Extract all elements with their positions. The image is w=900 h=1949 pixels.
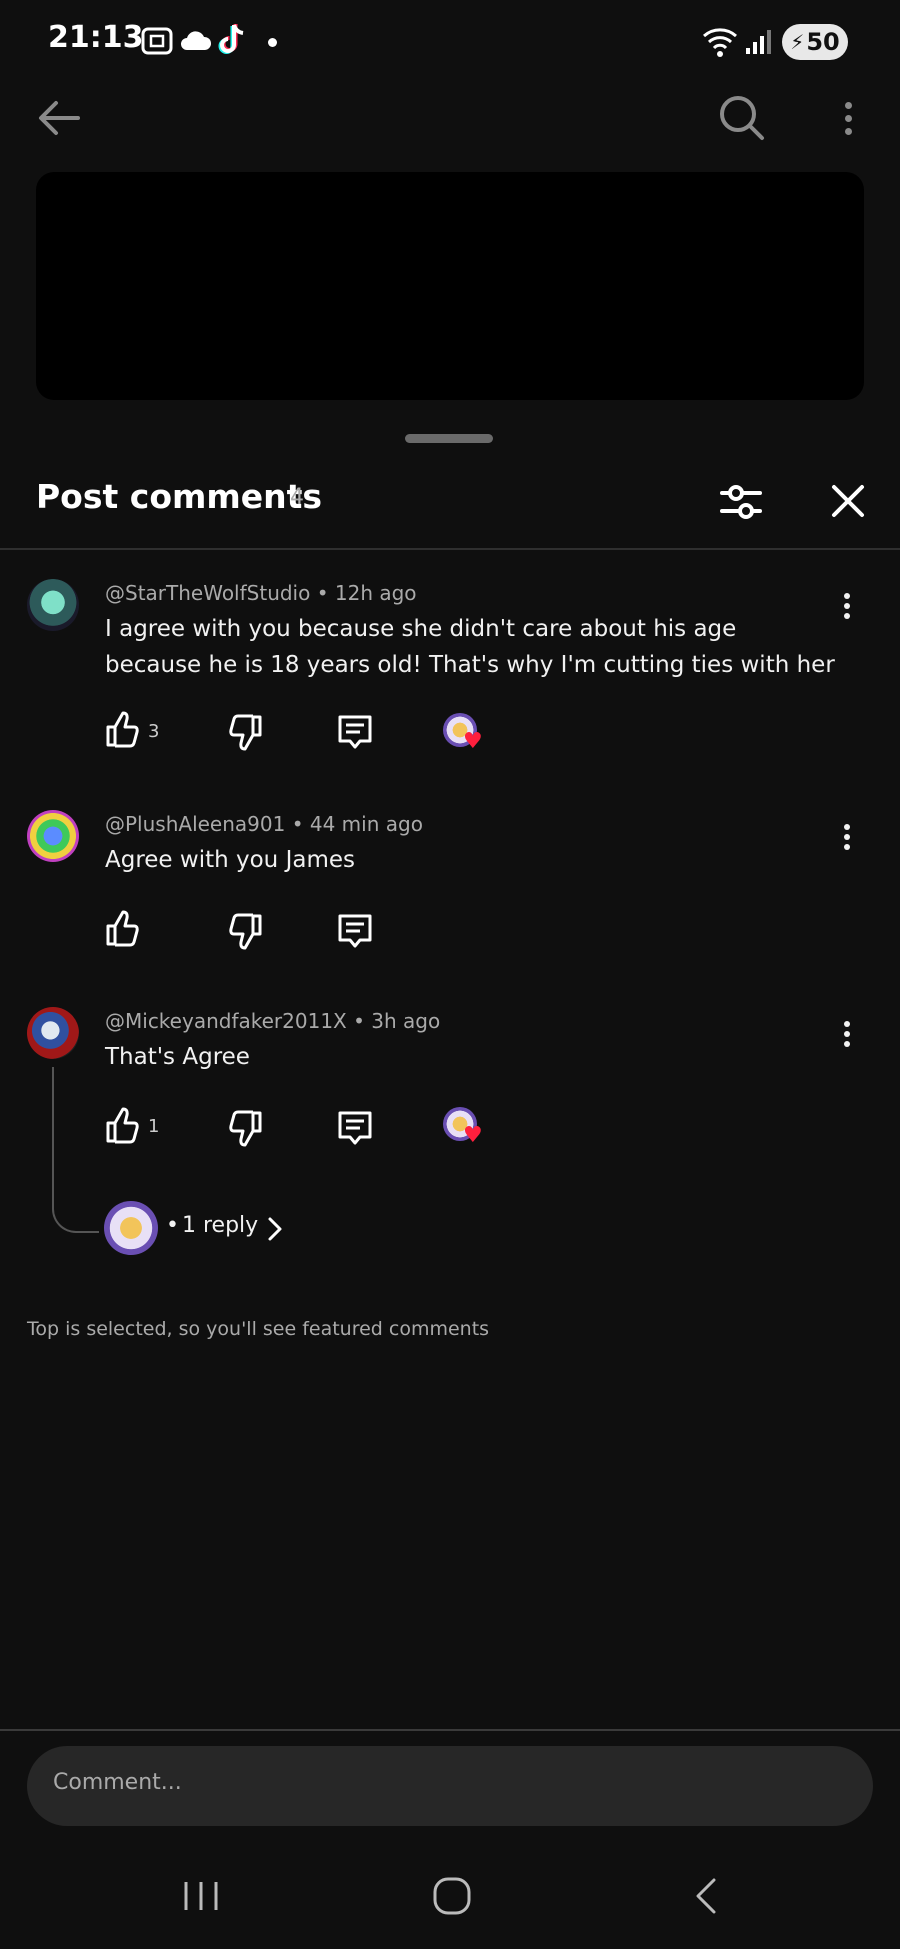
close-icon[interactable] bbox=[828, 481, 868, 521]
header-divider bbox=[0, 548, 900, 550]
drag-handle[interactable] bbox=[405, 434, 493, 443]
comment-author[interactable]: @PlushAleena901 bbox=[105, 812, 285, 836]
comment-input[interactable]: Comment... bbox=[27, 1746, 873, 1826]
comment-more-icon[interactable] bbox=[835, 589, 859, 629]
comment-item: @PlushAleena901 • 44 min ago Agree with … bbox=[0, 806, 900, 976]
comment-input-placeholder: Comment... bbox=[53, 1770, 182, 1795]
comment-meta: @Mickeyandfaker2011X • 3h ago bbox=[105, 1009, 440, 1033]
comment-author[interactable]: @StarTheWolfStudio bbox=[105, 581, 310, 605]
system-back-icon[interactable] bbox=[690, 1876, 720, 1916]
dislike-icon[interactable] bbox=[228, 1109, 264, 1149]
comment-age: 12h ago bbox=[334, 581, 417, 605]
top-more-icon[interactable] bbox=[836, 100, 860, 140]
signal-icon bbox=[746, 30, 771, 54]
meta-separator: • bbox=[316, 581, 329, 605]
wifi-icon bbox=[703, 28, 737, 57]
like-count: 3 bbox=[148, 721, 160, 742]
recent-apps-icon[interactable] bbox=[182, 1878, 220, 1914]
reply-avatar bbox=[104, 1201, 158, 1255]
top-bar bbox=[0, 80, 900, 160]
battery-indicator: ⚡ 50 bbox=[782, 24, 848, 60]
meta-separator: • bbox=[166, 1213, 179, 1238]
search-icon[interactable] bbox=[716, 92, 768, 144]
input-divider bbox=[0, 1729, 900, 1731]
comment-meta: @PlushAleena901 • 44 min ago bbox=[105, 812, 423, 836]
comment-author[interactable]: @Mickeyandfaker2011X bbox=[105, 1009, 347, 1033]
avatar[interactable] bbox=[27, 1007, 79, 1059]
comment-item: @Mickeyandfaker2011X • 3h ago That's Agr… bbox=[0, 1003, 900, 1303]
reply-icon[interactable] bbox=[336, 1109, 374, 1147]
like-icon[interactable] bbox=[104, 1105, 140, 1145]
comments-title: Post comments bbox=[36, 477, 323, 516]
status-time: 21:13 bbox=[48, 20, 144, 55]
comment-item: @StarTheWolfStudio • 12h ago I agree wit… bbox=[0, 575, 900, 775]
chevron-right-icon bbox=[268, 1217, 282, 1241]
like-icon[interactable] bbox=[104, 709, 140, 749]
avatar[interactable] bbox=[27, 810, 79, 862]
notification-dot-icon bbox=[268, 38, 277, 47]
comment-age: 3h ago bbox=[371, 1009, 441, 1033]
back-arrow-icon[interactable] bbox=[36, 98, 82, 138]
meta-separator: • bbox=[291, 812, 304, 836]
comments-header: Post comments 4 bbox=[0, 455, 900, 550]
tiktok-icon bbox=[218, 24, 244, 54]
view-replies-button[interactable]: • 1 reply bbox=[104, 1201, 304, 1257]
comment-text: That's Agree bbox=[105, 1044, 250, 1070]
comment-text: Agree with you James bbox=[105, 847, 355, 873]
sort-filter-icon[interactable] bbox=[718, 479, 764, 525]
comment-age: 44 min ago bbox=[309, 812, 423, 836]
comments-count: 4 bbox=[290, 485, 304, 510]
reply-icon[interactable] bbox=[336, 713, 374, 751]
avatar[interactable] bbox=[27, 579, 79, 631]
like-icon[interactable] bbox=[104, 908, 140, 948]
comment-text: I agree with you because she didn't care… bbox=[105, 616, 835, 678]
comment-more-icon[interactable] bbox=[835, 1017, 859, 1057]
like-count: 1 bbox=[148, 1116, 160, 1137]
dislike-icon[interactable] bbox=[228, 713, 264, 753]
battery-level: 50 bbox=[806, 28, 840, 56]
reply-thread-line bbox=[52, 1067, 99, 1233]
creator-heart-icon[interactable]: ♥ bbox=[443, 1107, 483, 1147]
reply-icon[interactable] bbox=[336, 912, 374, 950]
comment-meta: @StarTheWolfStudio • 12h ago bbox=[105, 581, 417, 605]
battery-bolt-icon: ⚡ bbox=[790, 30, 805, 54]
cloud-icon bbox=[181, 31, 212, 50]
meta-separator: • bbox=[353, 1009, 365, 1033]
replies-count: 1 reply bbox=[182, 1213, 259, 1238]
creator-heart-icon[interactable]: ♥ bbox=[443, 713, 483, 753]
screenshot-icon bbox=[141, 27, 173, 55]
home-icon[interactable] bbox=[432, 1876, 472, 1916]
comment-more-icon[interactable] bbox=[835, 820, 859, 860]
dislike-icon[interactable] bbox=[228, 912, 264, 952]
system-nav-bar bbox=[0, 1850, 900, 1949]
status-bar: 21:13 ⚡ 50 bbox=[0, 0, 900, 80]
video-player[interactable] bbox=[36, 172, 864, 400]
sort-note: Top is selected, so you'll see featured … bbox=[27, 1318, 490, 1340]
